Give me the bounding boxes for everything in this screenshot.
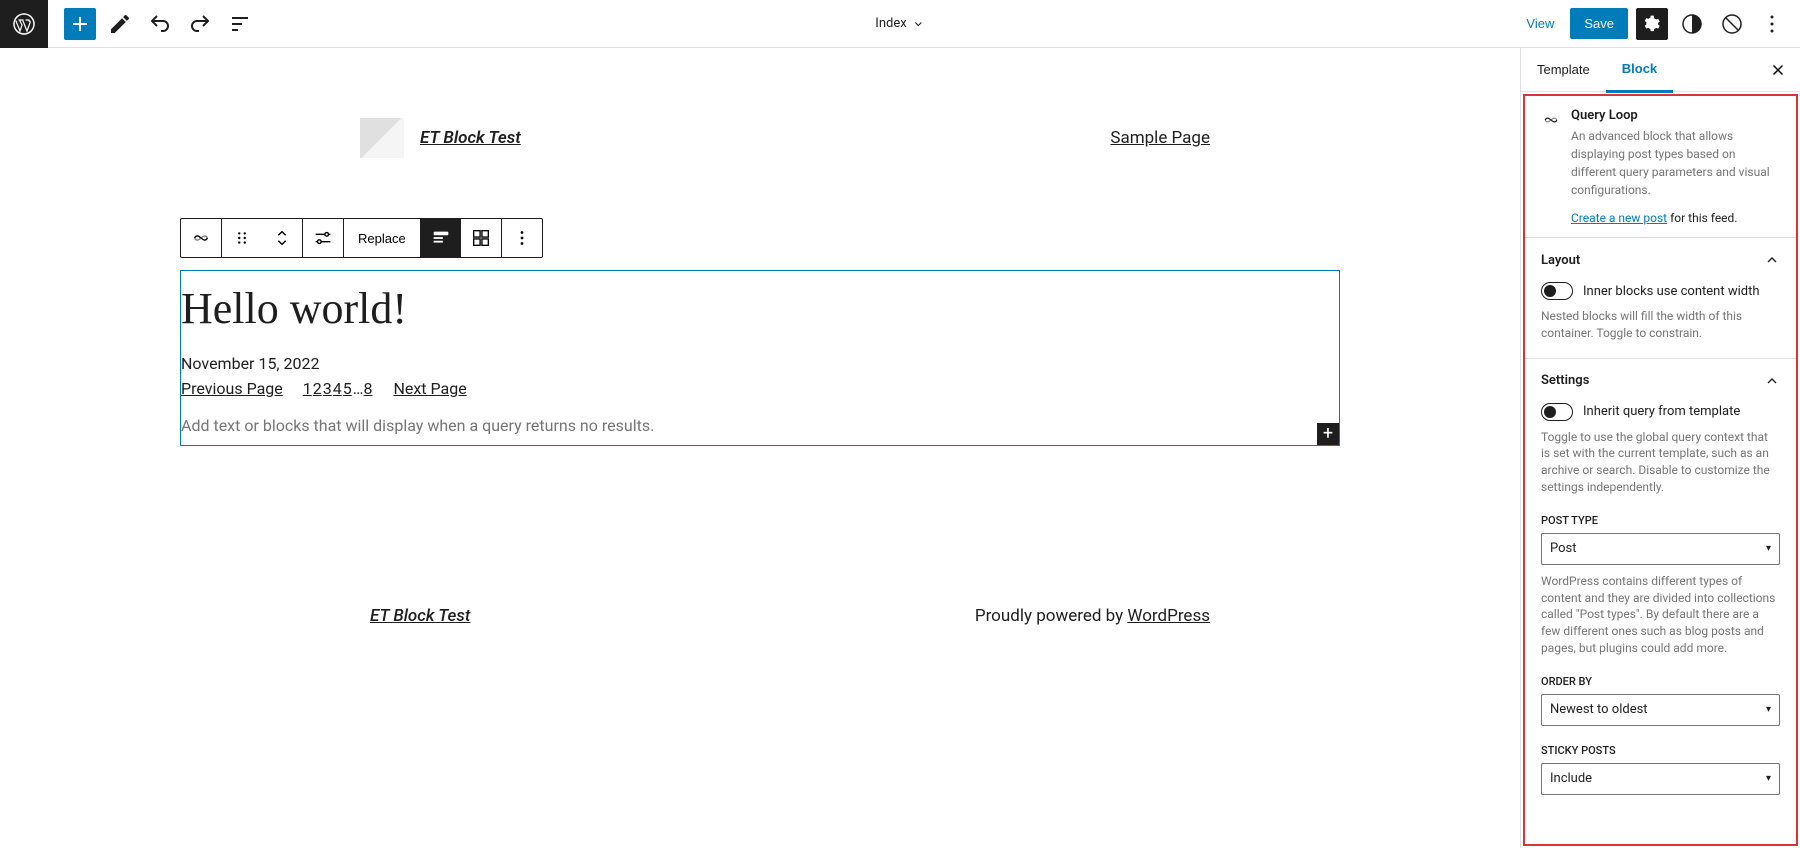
page-num[interactable]: 1 xyxy=(303,379,312,398)
site-header: ET Block Test Sample Page xyxy=(180,118,1340,158)
chevron-down-icon: ▾ xyxy=(1766,773,1771,784)
order-by-select[interactable]: Newest to oldest▾ xyxy=(1541,694,1780,726)
page-ellipsis: … xyxy=(353,379,364,398)
display-settings-button[interactable] xyxy=(303,219,343,257)
list-view-button[interactable] xyxy=(224,8,256,40)
create-post-link[interactable]: Create a new post xyxy=(1571,211,1667,225)
block-name: Query Loop xyxy=(1571,108,1780,123)
no-results-placeholder[interactable]: Add text or blocks that will display whe… xyxy=(181,416,1339,445)
chevron-down-icon: ▾ xyxy=(1766,704,1771,715)
site-title[interactable]: ET Block Test xyxy=(420,128,521,148)
list-layout-button[interactable] xyxy=(421,219,461,257)
block-info: Query Loop An advanced block that allows… xyxy=(1525,96,1796,237)
query-loop-block[interactable]: Hello world! November 15, 2022 Previous … xyxy=(180,270,1340,446)
page-num[interactable]: 8 xyxy=(363,379,372,398)
chevron-down-icon xyxy=(913,18,925,30)
wordpress-logo[interactable] xyxy=(0,0,48,48)
footer-site-title[interactable]: ET Block Test xyxy=(370,606,470,626)
page-num[interactable]: 3 xyxy=(323,379,332,398)
block-type-button[interactable] xyxy=(181,219,221,257)
drag-handle-button[interactable] xyxy=(222,219,262,257)
nav-link-sample-page[interactable]: Sample Page xyxy=(1110,128,1210,148)
sidebar-content: Query Loop An advanced block that allows… xyxy=(1523,94,1798,846)
styles-button[interactable] xyxy=(1676,8,1708,40)
post-date[interactable]: November 15, 2022 xyxy=(181,354,1339,373)
site-logo-placeholder[interactable] xyxy=(360,118,404,158)
more-options-button[interactable] xyxy=(1756,8,1788,40)
sidebar-tabs: Template Block xyxy=(1521,48,1800,92)
append-block-button[interactable]: + xyxy=(1317,423,1339,445)
undo-button[interactable] xyxy=(144,8,176,40)
tab-template[interactable]: Template xyxy=(1521,48,1606,91)
footer-credit: Proudly powered by WordPress xyxy=(975,606,1210,626)
tab-block[interactable]: Block xyxy=(1606,48,1673,93)
create-post-prompt: Create a new post for this feed. xyxy=(1571,211,1780,225)
revisions-button[interactable] xyxy=(1716,8,1748,40)
query-loop-icon xyxy=(1541,110,1561,130)
block-toolbar: Replace xyxy=(180,218,543,258)
settings-button[interactable] xyxy=(1636,8,1668,40)
redo-button[interactable] xyxy=(184,8,216,40)
panel-layout-toggle[interactable]: Layout xyxy=(1525,238,1796,282)
top-toolbar: Index View Save xyxy=(0,0,1800,48)
chevron-up-icon xyxy=(1764,252,1780,268)
post-type-label: POST TYPE xyxy=(1541,514,1780,527)
post-type-select[interactable]: Post▾ xyxy=(1541,533,1780,565)
edit-mode-button[interactable] xyxy=(104,8,136,40)
toggle-content-width-label: Inner blocks use content width xyxy=(1583,284,1760,299)
page-num[interactable]: 4 xyxy=(333,379,342,398)
move-updown-button[interactable] xyxy=(262,219,302,257)
close-sidebar-button[interactable] xyxy=(1766,58,1790,82)
replace-button[interactable]: Replace xyxy=(344,219,420,257)
toolbar-left xyxy=(48,8,256,40)
block-more-button[interactable] xyxy=(502,219,542,257)
chevron-up-icon xyxy=(1764,373,1780,389)
grid-layout-button[interactable] xyxy=(461,219,501,257)
toggle-inherit-label: Inherit query from template xyxy=(1583,404,1740,419)
page-num[interactable]: 2 xyxy=(313,379,322,398)
panel-settings-toggle[interactable]: Settings xyxy=(1525,359,1796,403)
add-block-button[interactable] xyxy=(64,8,96,40)
settings-sidebar: Template Block Query Loop An advanced bl… xyxy=(1520,48,1800,848)
view-button[interactable]: View xyxy=(1518,10,1562,37)
page-numbers: 12345…8 xyxy=(303,379,374,398)
panel-settings: Settings Inherit query from template Tog… xyxy=(1525,358,1796,811)
chevron-down-icon: ▾ xyxy=(1766,543,1771,554)
inherit-help: Toggle to use the global query context t… xyxy=(1541,429,1780,496)
post-type-help: WordPress contains different types of co… xyxy=(1541,573,1780,657)
template-selector[interactable]: Index xyxy=(875,16,924,31)
page-num[interactable]: 5 xyxy=(343,379,352,398)
site-footer: ET Block Test Proudly powered by WordPre… xyxy=(120,606,1400,666)
panel-layout: Layout Inner blocks use content width Ne… xyxy=(1525,237,1796,358)
save-button[interactable]: Save xyxy=(1570,8,1628,39)
prev-page-link[interactable]: Previous Page xyxy=(181,379,283,398)
toggle-inherit-query[interactable] xyxy=(1541,403,1573,421)
layout-help: Nested blocks will fill the width of thi… xyxy=(1541,308,1780,342)
toggle-content-width[interactable] xyxy=(1541,282,1573,300)
sticky-select[interactable]: Include▾ xyxy=(1541,763,1780,795)
block-description: An advanced block that allows displaying… xyxy=(1571,127,1780,199)
footer-wordpress-link[interactable]: WordPress xyxy=(1127,606,1210,626)
pagination: Previous Page 12345…8 Next Page xyxy=(181,379,1339,398)
toolbar-right: View Save xyxy=(1518,8,1800,40)
sticky-label: STICKY POSTS xyxy=(1541,744,1780,757)
order-by-label: ORDER BY xyxy=(1541,675,1780,688)
next-page-link[interactable]: Next Page xyxy=(393,379,466,398)
post-title[interactable]: Hello world! xyxy=(181,283,1339,334)
template-name: Index xyxy=(875,16,906,31)
editor-canvas[interactable]: ET Block Test Sample Page xyxy=(0,48,1520,848)
